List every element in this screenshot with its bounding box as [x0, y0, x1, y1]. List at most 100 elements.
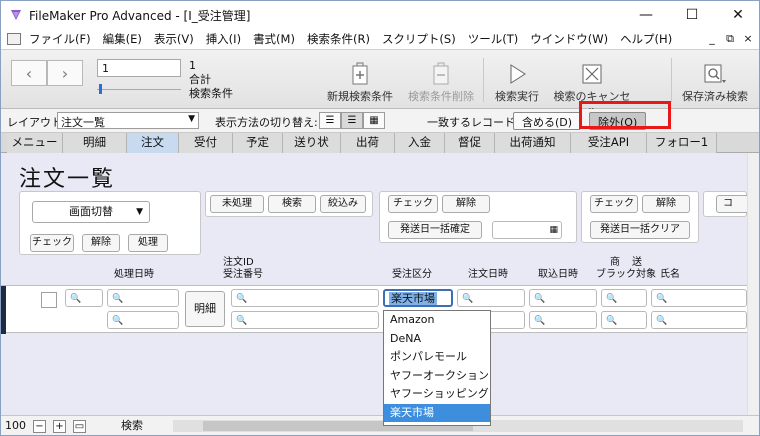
next-record-button[interactable]: › [47, 60, 83, 86]
menu-help[interactable]: ヘルプ(H) [614, 31, 678, 47]
find-field-name[interactable]: 🔍 [651, 289, 747, 307]
find-field-process-time[interactable]: 🔍 [107, 311, 179, 329]
doc-minimize-icon[interactable]: _ [704, 32, 720, 45]
value-list-dropdown: Amazon DeNA ポンパレモール ヤフーオークション ヤフーショッピング … [383, 310, 491, 426]
check-button[interactable]: チェック [590, 195, 638, 213]
new-find-label: 新規検索条件 [327, 90, 393, 103]
tab-order[interactable]: 注文 [127, 133, 179, 153]
check-button[interactable]: チェック [30, 234, 74, 252]
close-button[interactable]: ✕ [715, 1, 759, 29]
doc-close-icon[interactable]: × [740, 32, 756, 45]
value-list-item[interactable]: Amazon [384, 311, 490, 330]
search-icon: 🔍 [70, 294, 82, 304]
find-field-order-number[interactable]: 🔍 [231, 311, 379, 329]
menu-format[interactable]: 書式(M) [247, 31, 301, 47]
minimize-button[interactable]: — [623, 1, 669, 29]
find-field-blacklist-2[interactable]: 🔍 [601, 311, 647, 329]
find-field-blacklist[interactable]: 🔍 [601, 289, 647, 307]
tab-reminder[interactable]: 督促 [445, 133, 495, 153]
zoom-in-icon[interactable]: + [53, 420, 66, 433]
value-list-item[interactable]: ヤフーショッピング [384, 385, 490, 404]
menu-window[interactable]: ウインドウ(W) [524, 31, 614, 47]
slider-track [97, 89, 181, 90]
record-slider[interactable] [97, 84, 181, 94]
value-list-item[interactable]: ヤフーオークション [384, 367, 490, 386]
col-shipping: 送 [632, 257, 642, 268]
form-view-icon[interactable]: ☰ [319, 112, 341, 129]
play-icon [510, 64, 526, 84]
vertical-scrollbar[interactable] [747, 153, 759, 415]
find-field-order-id[interactable]: 🔍 [231, 289, 379, 307]
check-button[interactable]: チェック [388, 195, 438, 213]
switch-panel: 画面切替 ▼ チェック 解除 処理 [19, 191, 201, 255]
perform-find-button[interactable]: 検索実行 [489, 62, 545, 104]
mode-indicator[interactable]: 検索 [97, 418, 167, 434]
find-field-order-datetime[interactable]: 🔍 [457, 289, 525, 307]
menu-scripts[interactable]: スクリプト(S) [376, 31, 462, 47]
zoom-out-icon[interactable]: − [33, 420, 46, 433]
tab-detail[interactable]: 明細 [63, 133, 127, 153]
narrow-button[interactable]: 絞込み [320, 195, 366, 213]
col-order-number: 受注番号 [223, 269, 263, 280]
list-view-icon[interactable]: ☰ [341, 112, 363, 129]
zoom-level[interactable]: 100 [5, 419, 26, 432]
find-field-order-type[interactable]: 楽天市場 [383, 289, 453, 307]
tab-order-api[interactable]: 受注API [571, 133, 647, 153]
ship-date-confirm-button[interactable]: 発送日一括確定 [388, 221, 482, 239]
table-view-icon[interactable]: ▦ [363, 112, 385, 129]
ship-clear-panel: チェック 解除 発送日一括クリア [581, 191, 699, 243]
menu-insert[interactable]: 挿入(I) [200, 31, 247, 47]
screen-switch-select[interactable]: 画面切替 ▼ [32, 201, 150, 223]
menu-view[interactable]: 表示(V) [148, 31, 200, 47]
search-icon: 🔍 [606, 316, 618, 326]
doc-restore-icon[interactable]: ⧉ [722, 32, 738, 46]
row-checkbox[interactable] [41, 292, 57, 308]
ship-date-input[interactable]: ▦ [492, 221, 562, 239]
slider-thumb[interactable] [99, 84, 102, 94]
value-list-item[interactable]: DeNA [384, 330, 490, 349]
tab-menu[interactable]: メニュー [7, 133, 63, 153]
record-number-input[interactable]: 1 [97, 59, 181, 77]
col-process-datetime: 処理日時 [114, 269, 154, 280]
menu-file[interactable]: ファイル(F) [23, 31, 97, 47]
value-list-item[interactable]: ポンパレモール [384, 348, 490, 367]
clear-button[interactable]: 解除 [442, 195, 490, 213]
col-blacklist: ブラック対象 [596, 269, 656, 280]
find-field-capture-datetime-2[interactable]: 🔍 [529, 311, 597, 329]
clear-button[interactable]: 解除 [82, 234, 120, 252]
new-find-button[interactable]: 新規検索条件 [321, 62, 399, 104]
unprocessed-button[interactable]: 未処理 [210, 195, 264, 213]
ship-date-clear-button[interactable]: 発送日一括クリア [590, 221, 690, 239]
menu-edit[interactable]: 編集(E) [97, 31, 148, 47]
search-button[interactable]: 検索 [268, 195, 316, 213]
calendar-icon[interactable]: ▦ [549, 222, 558, 238]
tab-reception[interactable]: 受付 [179, 133, 233, 153]
toolbar-separator [483, 58, 484, 102]
tab-shipping[interactable]: 出荷 [341, 133, 395, 153]
menu-tools[interactable]: ツール(T) [462, 31, 525, 47]
find-field-name-2[interactable]: 🔍 [651, 311, 747, 329]
tab-ship-notice[interactable]: 出荷通知 [495, 133, 571, 153]
maximize-button[interactable]: ☐ [669, 1, 715, 29]
saved-finds-icon [704, 64, 726, 83]
tab-follow1[interactable]: フォロー1 [647, 133, 717, 153]
clear-button[interactable]: 解除 [642, 195, 690, 213]
status-toolbar: ‹ › 1 1 合計 検索条件 新規検索条件 検索条件削除 検索実行 検索のキャ… [1, 49, 759, 119]
tab-payment[interactable]: 入金 [395, 133, 445, 153]
process-button[interactable]: 処理 [128, 234, 168, 252]
find-field-process-date[interactable]: 🔍 [107, 289, 179, 307]
find-field[interactable]: 🔍 [65, 289, 103, 307]
detail-button[interactable]: 明細 [185, 291, 225, 327]
toggle-status-icon[interactable]: ▭ [73, 420, 86, 433]
new-request-icon [352, 62, 368, 85]
tab-invoice[interactable]: 送り状 [283, 133, 341, 153]
layout-select[interactable]: 注文一覧 ▼ [57, 112, 199, 129]
find-field-capture-datetime[interactable]: 🔍 [529, 289, 597, 307]
value-list-item-selected[interactable]: 楽天市場 [384, 403, 490, 422]
include-button[interactable]: 含める(D) [513, 112, 582, 130]
menu-requests[interactable]: 検索条件(R) [301, 31, 376, 47]
prev-record-button[interactable]: ‹ [11, 60, 47, 86]
saved-finds-button[interactable]: 保存済み検索 [677, 62, 753, 104]
tab-schedule[interactable]: 予定 [233, 133, 283, 153]
chevron-down-icon: ▼ [136, 207, 143, 217]
